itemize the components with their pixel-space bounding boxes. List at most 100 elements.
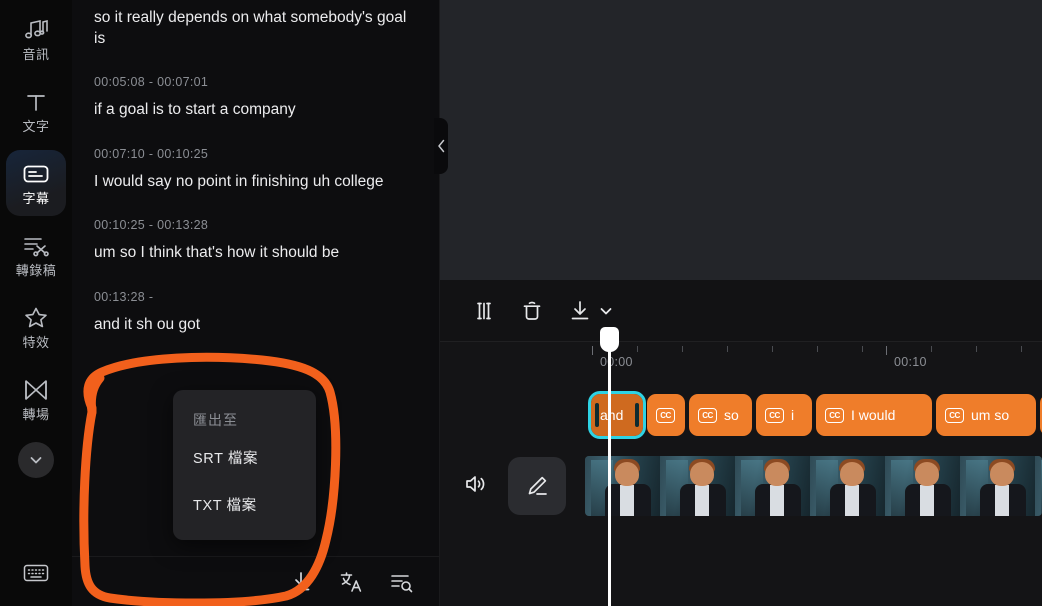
caption-clip-selected[interactable]: and <box>588 391 646 439</box>
transcript-footer-toolbar <box>72 556 439 606</box>
keyboard-icon[interactable] <box>23 563 49 588</box>
transcript-segment[interactable]: 00:05:08 - 00:07:01 if a goal is to star… <box>94 49 417 121</box>
timeline-tracks: andCCCCsoCCiCCI wouldCCum soCC <box>440 380 1042 606</box>
ruler-time-label: 00:10 <box>894 355 927 369</box>
sidebar-item-captions[interactable]: 字幕 <box>6 150 66 216</box>
caption-clip-label: I would <box>851 407 896 423</box>
sidebar-item-label: 特效 <box>22 335 50 350</box>
download-icon[interactable] <box>289 570 313 594</box>
sidebar-bottom-area <box>0 563 72 588</box>
left-tool-rail: 音訊 文字 字幕 轉錄稿 特效 轉場 <box>0 0 72 606</box>
caption-box-icon <box>23 161 49 187</box>
sidebar-item-label: 音訊 <box>22 47 50 62</box>
speaker-volume-icon[interactable] <box>464 473 488 500</box>
caption-clip-label: um so <box>971 407 1010 423</box>
sidebar-item-audio[interactable]: 音訊 <box>6 6 66 72</box>
video-thumbnail <box>660 456 735 516</box>
closed-caption-icon: CC <box>825 407 844 423</box>
transcript-segment[interactable]: so it really depends on what somebody's … <box>94 0 417 49</box>
sidebar-item-transcript[interactable]: 轉錄稿 <box>6 222 66 288</box>
closed-caption-icon: CC <box>698 407 717 423</box>
delete-icon[interactable] <box>520 299 544 323</box>
translate-icon[interactable] <box>339 570 363 594</box>
segment-timecode: 00:05:08 - 00:07:01 <box>94 75 209 90</box>
ruler-tick-major <box>886 346 887 355</box>
video-thumbnail <box>585 456 660 516</box>
export-button[interactable] <box>568 299 614 323</box>
video-track <box>440 452 1042 520</box>
segment-text: I would say no point in finishing uh col… <box>94 172 384 190</box>
ruler-tick-minor <box>931 346 932 352</box>
video-thumbnail <box>735 456 810 516</box>
video-track-header <box>440 452 585 520</box>
export-txt-item[interactable]: TXT 檔案 <box>173 481 316 528</box>
ruler-time-label: 00:00 <box>600 355 633 369</box>
collapse-panel-chevron-icon[interactable] <box>434 118 448 174</box>
segment-text: and it sh ou got <box>94 316 200 334</box>
ruler-tick-major <box>592 346 593 355</box>
editor-window: 音訊 文字 字幕 轉錄稿 特效 轉場 so it really depends … <box>0 0 1042 606</box>
video-filmstrip[interactable] <box>585 456 1042 516</box>
ruler-tick-minor <box>682 346 683 352</box>
transcript-segment[interactable]: 00:13:28 - and it sh ou got <box>94 264 417 336</box>
chevron-down-icon[interactable] <box>598 303 614 319</box>
transcript-segment[interactable]: 00:10:25 - 00:13:28 um so I think that's… <box>94 192 417 264</box>
caption-clip-label: i <box>791 407 795 423</box>
transcript-segment[interactable]: 00:07:10 - 00:10:25 I would say no point… <box>94 121 417 193</box>
segment-text: um so I think that's how it should be <box>94 244 340 262</box>
sidebar-item-label: 字幕 <box>22 191 50 206</box>
pencil-edit-icon[interactable] <box>508 457 566 515</box>
caption-clip[interactable]: CC so <box>689 394 752 436</box>
playhead-line[interactable] <box>608 330 611 606</box>
video-thumbnail <box>885 456 960 516</box>
timeline-toolbar <box>440 280 1042 342</box>
sidebar-item-text[interactable]: 文字 <box>6 78 66 144</box>
find-in-transcript-icon[interactable] <box>389 570 413 594</box>
caption-clip[interactable]: CC i <box>756 394 812 436</box>
export-menu-title: 匯出至 <box>193 412 238 428</box>
caption-clip-label: so <box>724 407 739 423</box>
ruler-tick-minor <box>637 346 638 352</box>
video-thumbnail <box>1035 456 1042 516</box>
closed-caption-icon: CC <box>656 407 675 423</box>
export-download-icon <box>571 300 589 319</box>
chevron-down-icon <box>30 457 42 464</box>
sidebar-item-label: 轉場 <box>22 407 50 422</box>
timeline-ruler[interactable]: 00:00 00:10 <box>440 342 1042 380</box>
video-preview[interactable] <box>440 0 1042 280</box>
text-t-icon <box>24 89 48 115</box>
caption-clip[interactable]: CC um so <box>936 394 1036 436</box>
transcript-scissors-icon <box>23 233 49 259</box>
export-to-menu[interactable]: 匯出至 SRT 檔案 TXT 檔案 <box>173 390 316 540</box>
closed-caption-icon: CC <box>765 407 784 423</box>
segment-timecode: 00:07:10 - 00:10:25 <box>94 146 209 161</box>
ruler-tick-minor <box>727 346 728 352</box>
playhead-handle[interactable] <box>600 327 619 352</box>
sidebar-item-effects[interactable]: 特效 <box>6 294 66 360</box>
ruler-tick-minor <box>817 346 818 352</box>
sidebar-item-transitions[interactable]: 轉場 <box>6 366 66 432</box>
ruler-tick-minor <box>862 346 863 352</box>
caption-track: andCCCCsoCCiCCI wouldCCum soCC <box>440 391 1042 439</box>
caption-clip-label: and <box>600 407 624 423</box>
caption-clip[interactable]: CC I would <box>816 394 932 436</box>
video-thumbnail <box>810 456 885 516</box>
music-note-icon <box>23 17 49 43</box>
caption-clip[interactable]: CC <box>647 394 685 436</box>
right-area: 00:0000:10 andCCCCsoCCiCCI wouldCCum soC… <box>440 0 1042 606</box>
sparkle-star-icon <box>23 305 49 331</box>
ruler-tick-minor <box>1021 346 1022 352</box>
segment-timecode: 00:10:25 - 00:13:28 <box>94 218 209 233</box>
split-clip-icon[interactable] <box>472 299 496 323</box>
ruler-tick-minor <box>772 346 773 352</box>
video-thumbnail <box>960 456 1035 516</box>
ruler-tick-minor <box>976 346 977 352</box>
segment-text: if a goal is to start a company <box>94 101 296 119</box>
segment-timecode: 00:13:28 - <box>94 290 154 305</box>
sidebar-item-label: 轉錄稿 <box>15 263 57 278</box>
closed-caption-icon: CC <box>945 407 964 423</box>
sidebar-more-button[interactable] <box>18 442 54 478</box>
transition-icon <box>23 377 49 403</box>
export-srt-item[interactable]: SRT 檔案 <box>173 434 316 481</box>
sidebar-item-label: 文字 <box>22 119 50 134</box>
